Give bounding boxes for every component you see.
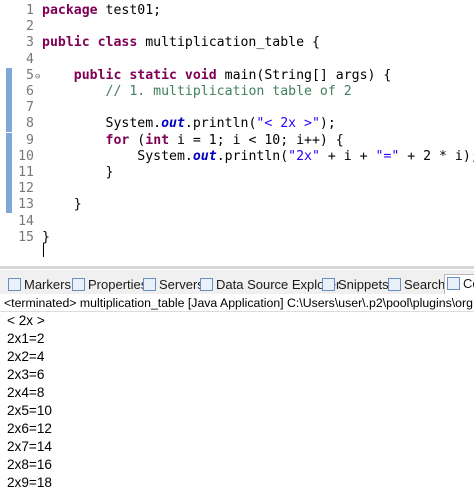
line-number: 11: [18, 165, 34, 180]
code-token: out: [161, 116, 185, 132]
line-number: 1: [26, 3, 34, 18]
code-text: }: [42, 197, 82, 213]
console-output-line: 2x7=14: [7, 439, 52, 454]
text-caret: [43, 243, 44, 257]
code-text: System.out.println("2x" + i + "=" + 2 * …: [42, 149, 474, 165]
line-number: 15: [18, 229, 34, 245]
code-line[interactable]: 6 // 1. multiplication table of 2: [0, 84, 474, 100]
code-token: // 1. multiplication table of 2: [105, 84, 352, 99]
code-token: "2x": [288, 148, 320, 164]
tab-data-source-explorer[interactable]: Data Source Explorer: [200, 276, 340, 294]
line-number: 4: [26, 51, 34, 67]
code-text: System.out.println("< 2x >");: [42, 116, 336, 132]
fold-icon[interactable]: ⊖: [35, 69, 40, 85]
code-token: multiplication_table {: [137, 35, 320, 51]
console-output-line: 2x3=6: [7, 367, 45, 382]
console-status-line: <terminated> multiplication_table [Java …: [0, 294, 474, 312]
code-token: i = 1; i < 10; i++) {: [169, 132, 344, 148]
code-text: public static void main(String[] args) {: [42, 67, 392, 84]
tab-servers[interactable]: Servers: [143, 276, 204, 294]
code-line[interactable]: 2: [0, 19, 474, 35]
code-text: // 1. multiplication table of 2: [42, 84, 352, 100]
code-token: for: [105, 132, 130, 148]
code-token: package: [42, 3, 98, 18]
code-token: System.: [42, 148, 193, 164]
line-number: 13: [18, 197, 34, 213]
line-number: 12: [18, 181, 34, 197]
code-line[interactable]: 8 System.out.println("< 2x >");: [0, 116, 474, 133]
console-output-line: 2x5=10: [7, 403, 52, 418]
tab-properties[interactable]: Properties: [72, 276, 147, 294]
search-icon: [388, 278, 401, 291]
code-token: .println(: [184, 116, 257, 132]
console-output-line: 2x9=18: [7, 475, 52, 490]
pane-separator[interactable]: [0, 266, 474, 269]
console-output-line: 2x2=4: [7, 349, 45, 364]
code-token: test01;: [97, 3, 162, 18]
line-number: 14: [18, 213, 34, 229]
code-text: package test01;: [42, 3, 161, 19]
code-line[interactable]: 1 package test01;: [0, 3, 474, 19]
code-line[interactable]: 12: [0, 181, 474, 198]
code-line[interactable]: 7: [0, 100, 474, 117]
line-number: 3: [26, 35, 34, 51]
code-line[interactable]: 4: [0, 52, 474, 68]
console-icon: [447, 277, 460, 290]
tab-search[interactable]: Search: [388, 276, 445, 294]
code-token: public class: [42, 35, 138, 51]
console-output[interactable]: < 2x > 2x1=2 2x2=4 2x3=6 2x4=8 2x5=10 2x6=12 2x…: [0, 312, 474, 490]
line-number: 6: [26, 84, 34, 99]
code-token: int: [145, 132, 170, 148]
code-token: (: [129, 132, 146, 148]
line-number: 2: [26, 19, 34, 35]
code-token: System.: [42, 116, 162, 132]
console-output-line: < 2x >: [7, 313, 45, 328]
code-line[interactable]: 13 }: [0, 197, 474, 214]
console-output-line: 2x4=8: [7, 385, 45, 400]
code-token: .println(: [216, 148, 289, 164]
tab-snippets[interactable]: Snippets: [322, 276, 389, 294]
code-line[interactable]: 5 ⊖ public static void main(String[] args…: [0, 67, 474, 85]
line-number: 10: [18, 148, 34, 164]
line-number: 8: [26, 116, 34, 132]
code-text: public class multiplication_table {: [42, 35, 320, 51]
code-line[interactable]: 10 System.out.println("2x" + i + "=" + 2…: [0, 148, 474, 165]
code-token: + i +: [319, 148, 376, 164]
console-output-line: 2x6=12: [7, 421, 52, 436]
code-token: public static void: [73, 67, 217, 83]
code-token: + 2 * i);: [399, 148, 474, 164]
console-output-line: 2x8=16: [7, 457, 52, 472]
line-number: 7: [26, 100, 34, 116]
code-token: "=": [375, 148, 400, 164]
code-token: main(String[] args) {: [216, 67, 392, 83]
code-token: }: [42, 165, 114, 180]
console-output-line: 2x1=2: [7, 331, 45, 346]
code-token: "< 2x >": [256, 116, 320, 132]
line-number: 9: [26, 132, 34, 148]
data-source-explorer-icon: [200, 278, 213, 291]
code-line[interactable]: 11 }: [0, 165, 474, 181]
code-text: }: [42, 165, 114, 181]
code-token: out: [192, 148, 217, 164]
code-line[interactable]: 3 public class multiplication_table {: [0, 35, 474, 51]
code-line[interactable]: 14: [0, 214, 474, 230]
code-line[interactable]: 15}: [0, 230, 474, 246]
tab-markers[interactable]: Markers: [8, 276, 71, 294]
properties-icon: [72, 278, 85, 291]
code-token: }: [42, 197, 82, 213]
snippets-icon: [322, 278, 335, 291]
code-line[interactable]: 9 for (int i = 1; i < 10; i++) {: [0, 132, 474, 149]
markers-icon: [8, 278, 21, 291]
code-text: for (int i = 1; i < 10; i++) {: [42, 133, 344, 149]
code-token: );: [319, 116, 336, 132]
servers-icon: [143, 278, 156, 291]
code-editor[interactable]: 1 package test01; 2 3 public class multiplic…: [0, 0, 474, 266]
line-number: 5: [26, 67, 34, 83]
